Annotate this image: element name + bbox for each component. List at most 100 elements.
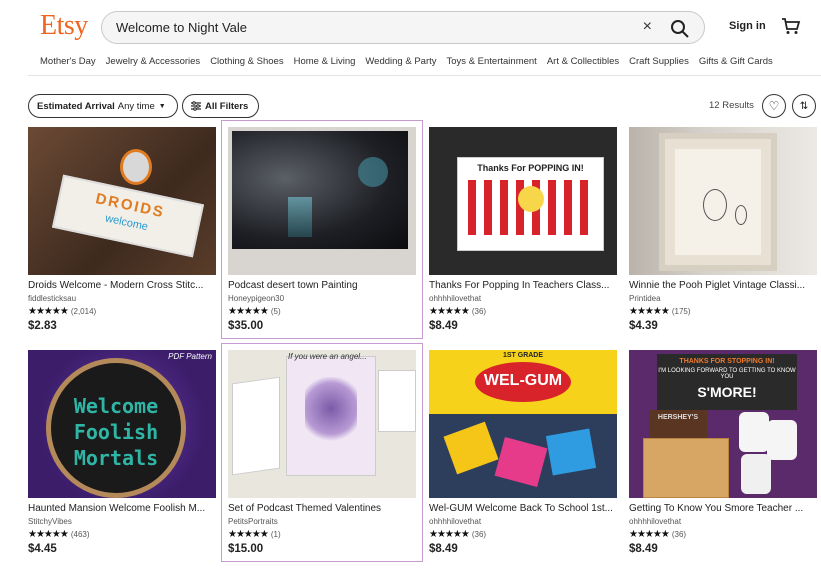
search-icon[interactable]: [670, 19, 690, 39]
shop-name: Honeypigeon30: [228, 294, 285, 303]
listing-card[interactable]: Thanks For POPPING IN! Thanks For Poppin…: [429, 127, 617, 332]
review-count: (175): [671, 307, 691, 316]
listing-card[interactable]: DROIDS welcome Droids Welcome - Modern C…: [28, 127, 216, 332]
shop-name: PetitsPortraits: [228, 517, 278, 526]
category-link[interactable]: Toys & Entertainment: [447, 56, 537, 67]
category-link[interactable]: Craft Supplies: [629, 56, 689, 67]
listing-title[interactable]: Getting To Know You Smore Teacher ...: [629, 503, 817, 514]
listing-title[interactable]: Winnie the Pooh Piglet Vintage Classi...: [629, 280, 817, 291]
star-icon: ★★★★★: [429, 529, 470, 540]
listing-card[interactable]: PDF Pattern Welcome Foolish Mortals Haunte…: [28, 350, 216, 555]
shop-name: ohhhhilovethat: [429, 294, 482, 303]
etsy-logo[interactable]: Etsy: [40, 10, 88, 42]
category-nav: Mother's Day Jewelry & Accessories Clothin…: [40, 56, 773, 67]
star-icon: ★★★★★: [629, 306, 670, 317]
star-icon: ★★★★★: [429, 306, 470, 317]
shop-name: fiddlesticksau: [28, 294, 77, 303]
price: $15.00: [228, 543, 264, 555]
chevron-down-icon: ▼: [158, 102, 166, 110]
rating: ★★★★★ (36): [429, 306, 617, 317]
welgum-text: WEL-GUM: [483, 372, 563, 389]
category-link[interactable]: Clothing & Shoes: [210, 56, 283, 67]
estimated-arrival-label: Estimated Arrival: [37, 100, 115, 112]
listing-image[interactable]: Thanks For POPPING IN!: [429, 127, 617, 275]
price: $8.49: [429, 543, 458, 555]
star-icon: ★★★★★: [28, 306, 69, 317]
listing-image[interactable]: [228, 127, 416, 275]
category-link[interactable]: Art & Collectibles: [547, 56, 619, 67]
listing-card[interactable]: Winnie the Pooh Piglet Vintage Classi...…: [629, 127, 817, 332]
smore-mid-text: I'M LOOKING FORWARD TO GETTING TO KNOW Y…: [658, 368, 796, 380]
rating: ★★★★★ (175): [629, 306, 817, 317]
price: $35.00: [228, 320, 264, 332]
heart-icon: ♡: [768, 99, 780, 113]
filter-icon: [191, 101, 201, 111]
listing-card[interactable]: 1ST GRADE WEL-GUM Wel-GUM Welcome Back T…: [429, 350, 617, 555]
review-count: (36): [471, 530, 487, 539]
popping-text: Thanks For POPPING IN!: [477, 163, 584, 173]
listing-card[interactable]: Podcast desert town Painting Honeypigeon…: [221, 120, 423, 339]
rating: ★★★★★ (36): [429, 529, 617, 540]
rating: ★★★★★ (1): [228, 529, 416, 540]
listing-image[interactable]: THANKS FOR STOPPING IN! I'M LOOKING FORW…: [629, 350, 817, 498]
shop-name: ohhhhilovethat: [429, 517, 482, 526]
grade-label: 1ST GRADE: [502, 352, 544, 359]
rating: ★★★★★ (463): [28, 529, 216, 540]
pdf-pattern-label: PDF Pattern: [168, 352, 212, 361]
listing-title[interactable]: Wel-GUM Welcome Back To School 1st...: [429, 503, 617, 514]
listing-title[interactable]: Podcast desert town Painting: [228, 280, 416, 291]
all-filters-label: All Filters: [205, 100, 249, 112]
price: $8.49: [629, 543, 658, 555]
review-count: (5): [270, 307, 281, 316]
smore-top-text: THANKS FOR STOPPING IN!: [679, 358, 775, 365]
category-link[interactable]: Home & Living: [294, 56, 356, 67]
all-filters-button[interactable]: All Filters: [182, 94, 259, 118]
search-input[interactable]: Welcome to Night Vale: [116, 20, 247, 35]
rating: ★★★★★ (5): [228, 306, 416, 317]
price: $4.45: [28, 543, 57, 555]
listing-image[interactable]: If you were an angel...: [228, 350, 416, 498]
estimated-arrival-filter[interactable]: Estimated Arrival Any time ▼: [28, 94, 178, 118]
review-count: (463): [70, 530, 90, 539]
review-count: (2,014): [70, 307, 97, 316]
smore-text: S'MORE!: [697, 384, 757, 400]
shop-name: ohhhhilovethat: [629, 517, 682, 526]
star-icon: ★★★★★: [629, 529, 670, 540]
sort-icon: ⇅: [799, 100, 809, 112]
listing-image[interactable]: [629, 127, 817, 275]
haunted-text: Welcome: [73, 394, 159, 418]
listing-image[interactable]: 1ST GRADE WEL-GUM: [429, 350, 617, 498]
star-icon: ★★★★★: [228, 529, 269, 540]
clear-icon[interactable]: ×: [643, 18, 652, 36]
listing-title[interactable]: Set of Podcast Themed Valentines: [228, 503, 416, 514]
price: $2.83: [28, 320, 57, 332]
price: $8.49: [429, 320, 458, 332]
listing-image[interactable]: PDF Pattern Welcome Foolish Mortals: [28, 350, 216, 498]
listing-card[interactable]: THANKS FOR STOPPING IN! I'M LOOKING FORW…: [629, 350, 817, 555]
sort-button[interactable]: ⇅: [792, 94, 816, 118]
star-icon: ★★★★★: [28, 529, 69, 540]
review-count: (36): [671, 530, 687, 539]
listing-title[interactable]: Haunted Mansion Welcome Foolish M...: [28, 503, 216, 514]
listing-title[interactable]: Droids Welcome - Modern Cross Stitc...: [28, 280, 216, 291]
review-count: (36): [471, 307, 487, 316]
category-link[interactable]: Gifts & Gift Cards: [699, 56, 773, 67]
rating: ★★★★★ (2,014): [28, 306, 216, 317]
sign-in-link[interactable]: Sign in: [729, 20, 766, 32]
category-link[interactable]: Mother's Day: [40, 56, 96, 67]
category-link[interactable]: Wedding & Party: [365, 56, 436, 67]
shop-name: Printidea: [629, 294, 661, 303]
listing-image[interactable]: DROIDS welcome: [28, 127, 216, 275]
cart-icon[interactable]: [781, 17, 801, 35]
favorite-search-button[interactable]: ♡: [762, 94, 786, 118]
star-icon: ★★★★★: [228, 306, 269, 317]
haunted-text: Foolish: [73, 420, 159, 444]
rating: ★★★★★ (36): [629, 529, 817, 540]
listing-card[interactable]: If you were an angel... Set of Podcast T…: [221, 343, 423, 562]
listing-title[interactable]: Thanks For Popping In Teachers Class...: [429, 280, 617, 291]
estimated-arrival-value: Any time: [117, 100, 155, 112]
category-link[interactable]: Jewelry & Accessories: [106, 56, 201, 67]
price: $4.39: [629, 320, 658, 332]
haunted-text: Mortals: [73, 446, 159, 470]
search-bar[interactable]: Welcome to Night Vale ×: [101, 11, 705, 44]
